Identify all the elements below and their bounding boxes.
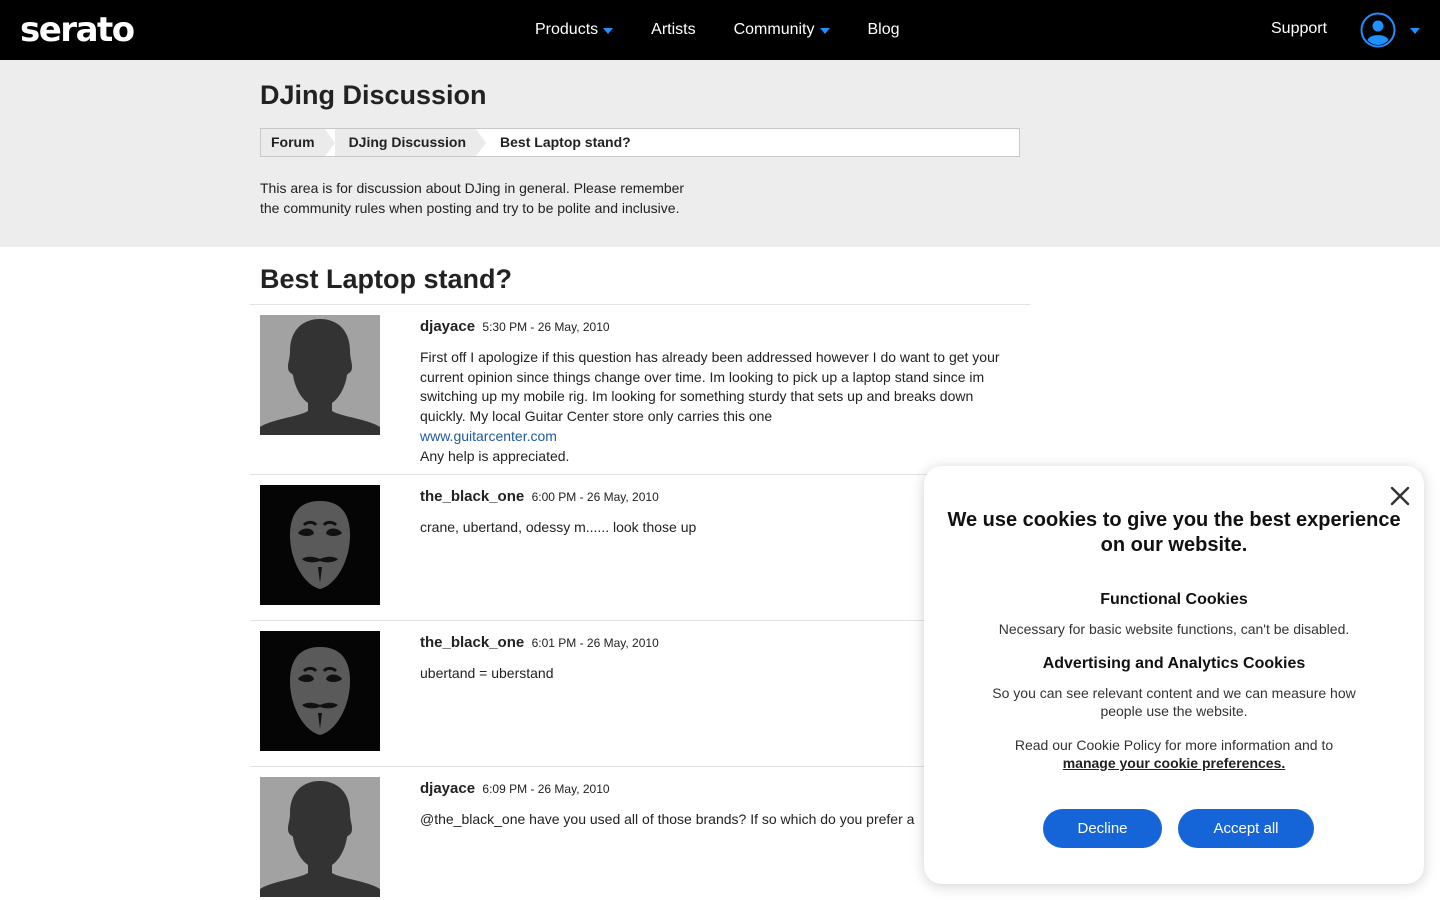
- close-icon[interactable]: [1388, 484, 1412, 508]
- breadcrumb: Forum DJing Discussion Best Laptop stand…: [260, 128, 1020, 157]
- chevron-down-icon: [603, 27, 614, 34]
- breadcrumb-current: Best Laptop stand?: [500, 134, 631, 150]
- mask-avatar[interactable]: [260, 485, 380, 605]
- mask-avatar[interactable]: [260, 631, 380, 751]
- functional-cookies-text: Necessary for basic website functions, c…: [998, 621, 1350, 637]
- post-timestamp: 6:09 PM - 26 May, 2010: [482, 782, 610, 796]
- breadcrumb-djing-discussion[interactable]: DJing Discussion: [334, 129, 487, 156]
- top-navigation: serato Products Artists Community Blog S…: [0, 0, 1440, 60]
- nav-community[interactable]: Community: [734, 21, 830, 39]
- section-description: This area is for discussion about DJing …: [260, 178, 710, 218]
- silhouette-avatar[interactable]: [260, 777, 380, 897]
- divider: [250, 474, 1030, 475]
- main-nav: Products Artists Community Blog: [535, 0, 938, 60]
- thread-title: Best Laptop stand?: [260, 264, 513, 294]
- post-line: switching up my mobile rig. Im looking f…: [420, 388, 974, 405]
- nav-blog[interactable]: Blog: [868, 21, 900, 39]
- accept-all-button[interactable]: Accept all: [1178, 809, 1314, 848]
- cookie-heading: We use cookies to give you the best expe…: [944, 508, 1404, 558]
- cookie-heading-line: We use cookies to give you the best expe…: [947, 509, 1401, 531]
- chevron-down-icon: [819, 27, 830, 34]
- cookie-heading-line: on our website.: [1100, 534, 1248, 556]
- nav-community-label: Community: [733, 21, 815, 38]
- description-line: This area is for discussion about DJing …: [260, 180, 685, 196]
- post-author[interactable]: djayace: [420, 318, 475, 335]
- post-timestamp: 6:01 PM - 26 May, 2010: [531, 636, 659, 650]
- post-meta: the_black_one 6:01 PM - 26 May, 2010: [420, 634, 659, 651]
- post-author[interactable]: the_black_one: [420, 488, 524, 505]
- post-body: First off I apologize if this question h…: [420, 348, 1030, 466]
- post-line: Any help is appreciated.: [420, 447, 570, 464]
- post-meta: djayace 5:30 PM - 26 May, 2010: [420, 318, 610, 335]
- post-meta: the_black_one 6:00 PM - 26 May, 2010: [420, 488, 659, 505]
- cookie-consent-dialog: We use cookies to give you the best expe…: [924, 466, 1424, 884]
- post-timestamp: 6:00 PM - 26 May, 2010: [531, 490, 659, 504]
- nav-artists-label: Artists: [651, 21, 696, 38]
- silhouette-avatar[interactable]: [260, 315, 380, 435]
- ads-text-line: people use the website.: [1100, 703, 1248, 719]
- ads-text-line: So you can see relevant content and we c…: [992, 685, 1356, 701]
- functional-cookies-title: Functional Cookies: [1100, 591, 1248, 608]
- post-line: current opinion since things change over…: [420, 368, 985, 385]
- nav-products[interactable]: Products: [535, 21, 614, 39]
- serato-logo[interactable]: serato: [20, 12, 135, 48]
- post-author[interactable]: the_black_one: [420, 634, 524, 651]
- divider: [250, 304, 1030, 305]
- post-meta: djayace 6:09 PM - 26 May, 2010: [420, 780, 610, 797]
- nav-blog-label: Blog: [867, 21, 900, 38]
- chevron-down-icon[interactable]: [1410, 28, 1420, 34]
- nav-support[interactable]: Support: [1271, 20, 1327, 38]
- advertising-cookies-text: So you can see relevant content and we c…: [974, 684, 1374, 720]
- nav-artists[interactable]: Artists: [651, 21, 695, 39]
- cookie-policy-text: Read our Cookie Policy for more informat…: [974, 736, 1374, 772]
- decline-button[interactable]: Decline: [1043, 809, 1162, 848]
- post-line: quickly. My local Guitar Center store on…: [420, 408, 773, 425]
- manage-cookie-preferences-link[interactable]: manage your cookie preferences.: [1063, 755, 1286, 771]
- divider: [250, 620, 1030, 621]
- nav-products-label: Products: [535, 21, 599, 38]
- breadcrumb-forum[interactable]: Forum: [261, 129, 335, 156]
- guitarcenter-link[interactable]: www.guitarcenter.com: [420, 428, 557, 444]
- post-line: First off I apologize if this question h…: [420, 349, 1000, 365]
- description-line: the community rules when posting and try…: [260, 200, 680, 216]
- cookie-policy-line: Read our Cookie Policy for more informat…: [1014, 737, 1334, 753]
- post-author[interactable]: djayace: [420, 780, 475, 797]
- post-timestamp: 5:30 PM - 26 May, 2010: [482, 320, 610, 334]
- user-account-icon[interactable]: [1360, 12, 1396, 48]
- divider: [250, 766, 1030, 767]
- section-title: DJing Discussion: [260, 80, 487, 110]
- advertising-cookies-title: Advertising and Analytics Cookies: [1042, 655, 1306, 672]
